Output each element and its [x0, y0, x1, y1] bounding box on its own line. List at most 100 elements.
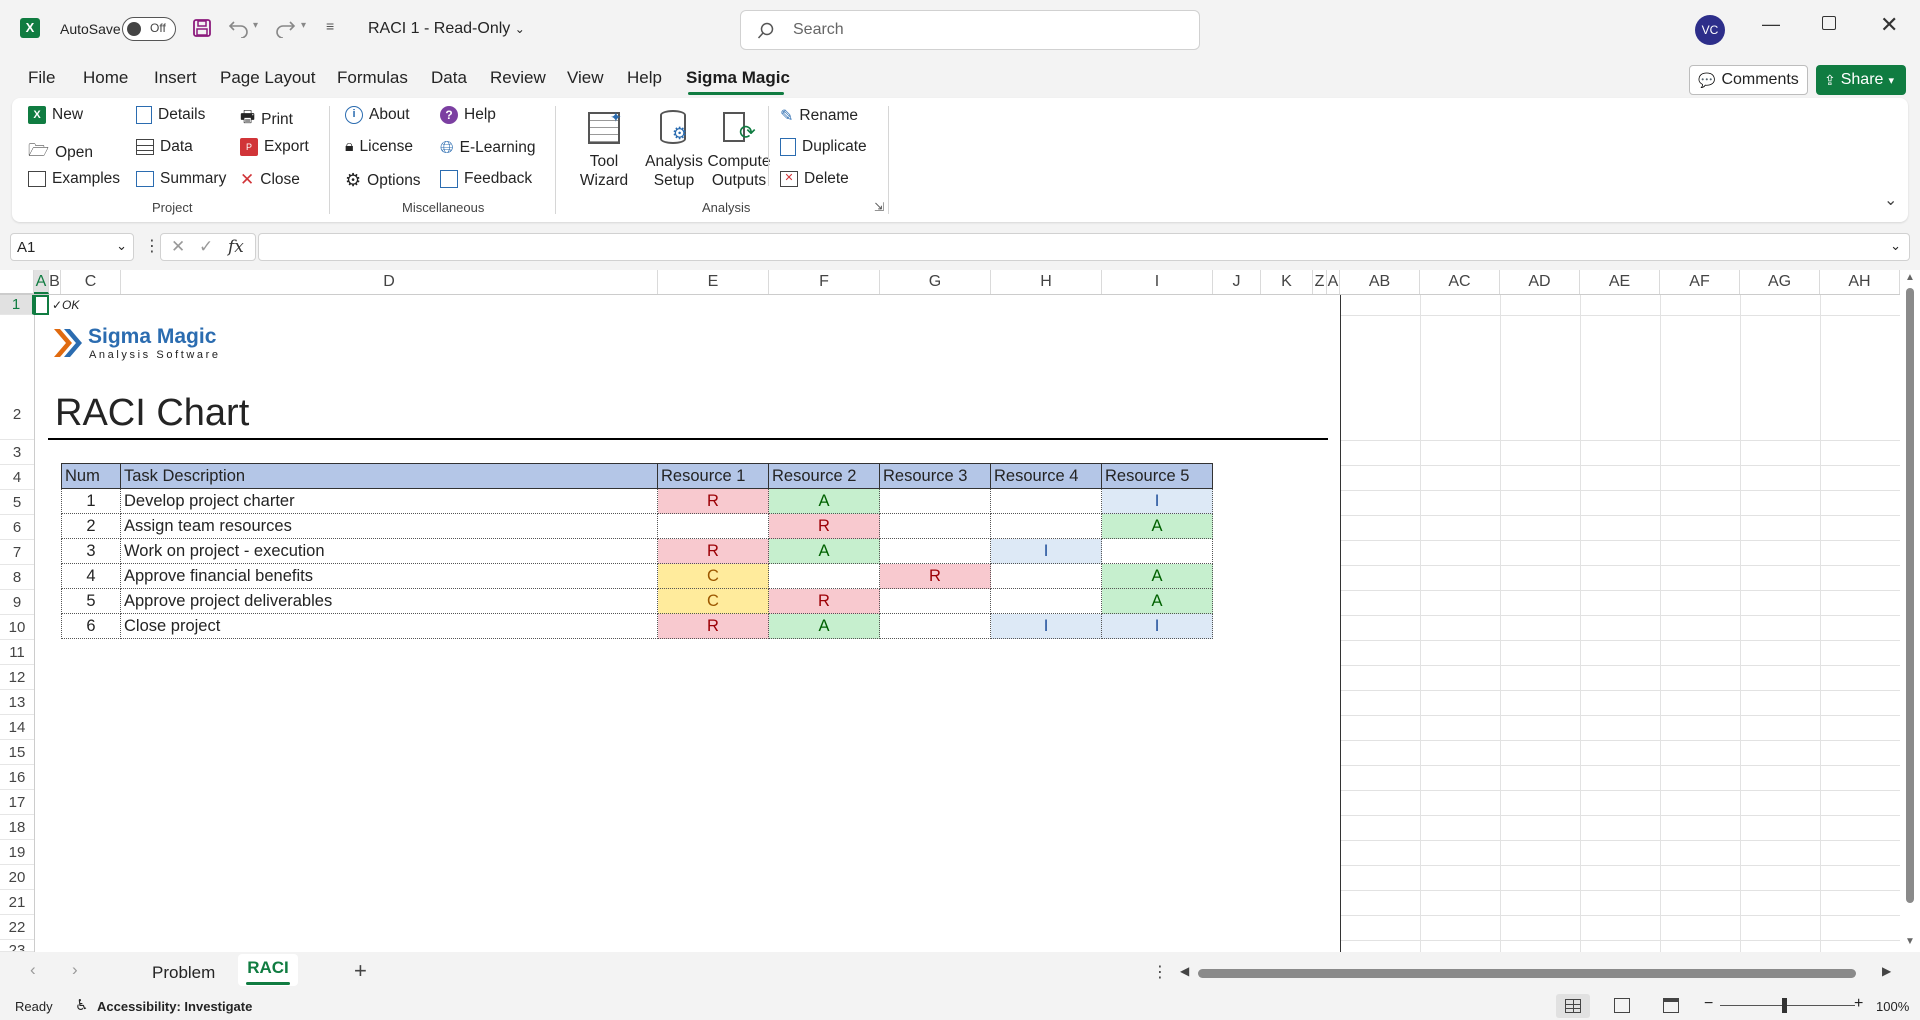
- column-header[interactable]: I: [1102, 270, 1213, 294]
- elearning-button[interactable]: 🌐︎ E-Learning: [440, 138, 535, 158]
- scroll-down-icon[interactable]: ▼: [1905, 936, 1915, 947]
- details-button[interactable]: Details: [136, 106, 205, 124]
- cancel-icon[interactable]: ✕: [171, 237, 185, 257]
- tab-help[interactable]: Help: [627, 68, 662, 88]
- undo-icon[interactable]: [228, 18, 250, 38]
- delete-button[interactable]: ✕ Delete: [780, 170, 849, 188]
- row-header[interactable]: 5: [0, 490, 34, 515]
- prev-sheet-icon[interactable]: ‹: [30, 960, 36, 980]
- expand-formula-icon[interactable]: ⌄: [1890, 238, 1901, 254]
- cell-raci[interactable]: R: [768, 588, 880, 614]
- column-header[interactable]: AE: [1580, 270, 1660, 294]
- avatar[interactable]: VC: [1695, 15, 1725, 45]
- cell-raci[interactable]: I: [990, 538, 1102, 564]
- row-header[interactable]: 11: [0, 640, 34, 665]
- tab-insert[interactable]: Insert: [154, 68, 197, 88]
- row-header[interactable]: 12: [0, 665, 34, 690]
- cell-raci[interactable]: [768, 563, 880, 589]
- cell-raci[interactable]: C: [657, 588, 769, 614]
- tab-view[interactable]: View: [567, 68, 604, 88]
- name-box[interactable]: A1 ⌄: [10, 233, 134, 261]
- row-header[interactable]: 3: [0, 440, 34, 465]
- redo-icon[interactable]: [274, 18, 296, 38]
- row-header[interactable]: 22: [0, 915, 34, 940]
- next-sheet-icon[interactable]: ›: [72, 960, 78, 980]
- row-header[interactable]: 9: [0, 590, 34, 615]
- cell-raci[interactable]: [879, 588, 991, 614]
- formula-input[interactable]: ⌄: [258, 233, 1910, 261]
- column-header[interactable]: A: [34, 270, 49, 294]
- cell-raci[interactable]: I: [1101, 613, 1213, 639]
- cell-num[interactable]: 2: [61, 513, 121, 539]
- close-window-icon[interactable]: ✕: [1880, 12, 1898, 38]
- column-header[interactable]: A: [1327, 270, 1340, 294]
- sheet-tab-raci[interactable]: RACI: [238, 954, 298, 986]
- column-header[interactable]: H: [991, 270, 1102, 294]
- cell-raci[interactable]: [879, 513, 991, 539]
- cell-task[interactable]: Approve financial benefits: [120, 563, 658, 589]
- cell-raci[interactable]: R: [657, 538, 769, 564]
- cell-raci[interactable]: R: [657, 488, 769, 514]
- sheet-tab-problem[interactable]: Problem: [152, 963, 215, 983]
- print-button[interactable]: 🖶 Print: [240, 106, 293, 133]
- row-header[interactable]: 8: [0, 565, 34, 590]
- scroll-right-icon[interactable]: ▶: [1882, 964, 1891, 978]
- autosave-toggle[interactable]: Off: [122, 17, 176, 41]
- about-button[interactable]: i About: [345, 106, 410, 124]
- share-button[interactable]: ⇪ Share ▾: [1816, 65, 1906, 95]
- enter-icon[interactable]: ✓: [199, 237, 213, 257]
- undo-dropdown-icon[interactable]: ▾: [253, 20, 258, 31]
- column-header[interactable]: J: [1213, 270, 1261, 294]
- cell-raci[interactable]: [990, 513, 1102, 539]
- cell-num[interactable]: 5: [61, 588, 121, 614]
- license-button[interactable]: 🔒︎ License: [345, 138, 413, 156]
- column-header[interactable]: C: [61, 270, 121, 294]
- corner-select-all[interactable]: [0, 270, 34, 294]
- cell-raci[interactable]: [990, 588, 1102, 614]
- zoom-level[interactable]: 100%: [1876, 999, 1909, 1014]
- customize-toolbar-icon[interactable]: ≡: [326, 18, 334, 34]
- page-layout-view-icon[interactable]: [1614, 998, 1630, 1013]
- cell-raci[interactable]: I: [1101, 488, 1213, 514]
- row-header[interactable]: 1: [0, 295, 34, 315]
- search-box[interactable]: Search: [740, 10, 1200, 50]
- analysis-setup-button[interactable]: ⚙ Analysis Setup: [636, 108, 712, 190]
- compute-outputs-button[interactable]: ⟳ Compute Outputs: [704, 108, 774, 190]
- column-header[interactable]: E: [658, 270, 769, 294]
- column-header[interactable]: AG: [1740, 270, 1820, 294]
- active-cell-a1[interactable]: [34, 295, 49, 315]
- data-button[interactable]: Data: [136, 138, 193, 156]
- row-header[interactable]: 16: [0, 765, 34, 790]
- close-button[interactable]: ✕ Close: [240, 170, 300, 190]
- restore-icon[interactable]: [1822, 16, 1836, 30]
- cell-raci[interactable]: A: [1101, 563, 1213, 589]
- horizontal-scroll-thumb[interactable]: [1198, 969, 1856, 978]
- cell-raci[interactable]: R: [657, 613, 769, 639]
- add-sheet-icon[interactable]: +: [354, 958, 367, 984]
- tab-page-layout[interactable]: Page Layout: [220, 68, 315, 88]
- column-header[interactable]: K: [1261, 270, 1313, 294]
- cell-raci[interactable]: I: [990, 613, 1102, 639]
- cell-raci[interactable]: [657, 513, 769, 539]
- cell-task[interactable]: Assign team resources: [120, 513, 658, 539]
- tab-sigma-magic[interactable]: Sigma Magic: [686, 68, 790, 88]
- row-header[interactable]: 6: [0, 515, 34, 540]
- duplicate-button[interactable]: Duplicate: [780, 138, 867, 156]
- cell-task[interactable]: Develop project charter: [120, 488, 658, 514]
- cell-raci[interactable]: A: [1101, 588, 1213, 614]
- scroll-left-icon[interactable]: ◀: [1180, 964, 1189, 978]
- scroll-up-icon[interactable]: ▲: [1905, 272, 1915, 283]
- cell-raci[interactable]: [879, 488, 991, 514]
- row-header[interactable]: 4: [0, 465, 34, 490]
- header-resource-1[interactable]: Resource 1: [657, 463, 769, 489]
- zoom-out-icon[interactable]: −: [1704, 995, 1713, 1013]
- normal-view-button[interactable]: [1556, 994, 1590, 1018]
- cell-raci[interactable]: [879, 538, 991, 564]
- cell-num[interactable]: 6: [61, 613, 121, 639]
- worksheet[interactable]: A B C D E F G H I J K Z A AB AC AD AE AF…: [0, 270, 1920, 952]
- row-header[interactable]: 21: [0, 890, 34, 915]
- sheet-options-icon[interactable]: ⋮: [1152, 962, 1168, 982]
- row-header[interactable]: 13: [0, 690, 34, 715]
- header-num[interactable]: Num: [61, 463, 121, 489]
- cell-raci[interactable]: C: [657, 563, 769, 589]
